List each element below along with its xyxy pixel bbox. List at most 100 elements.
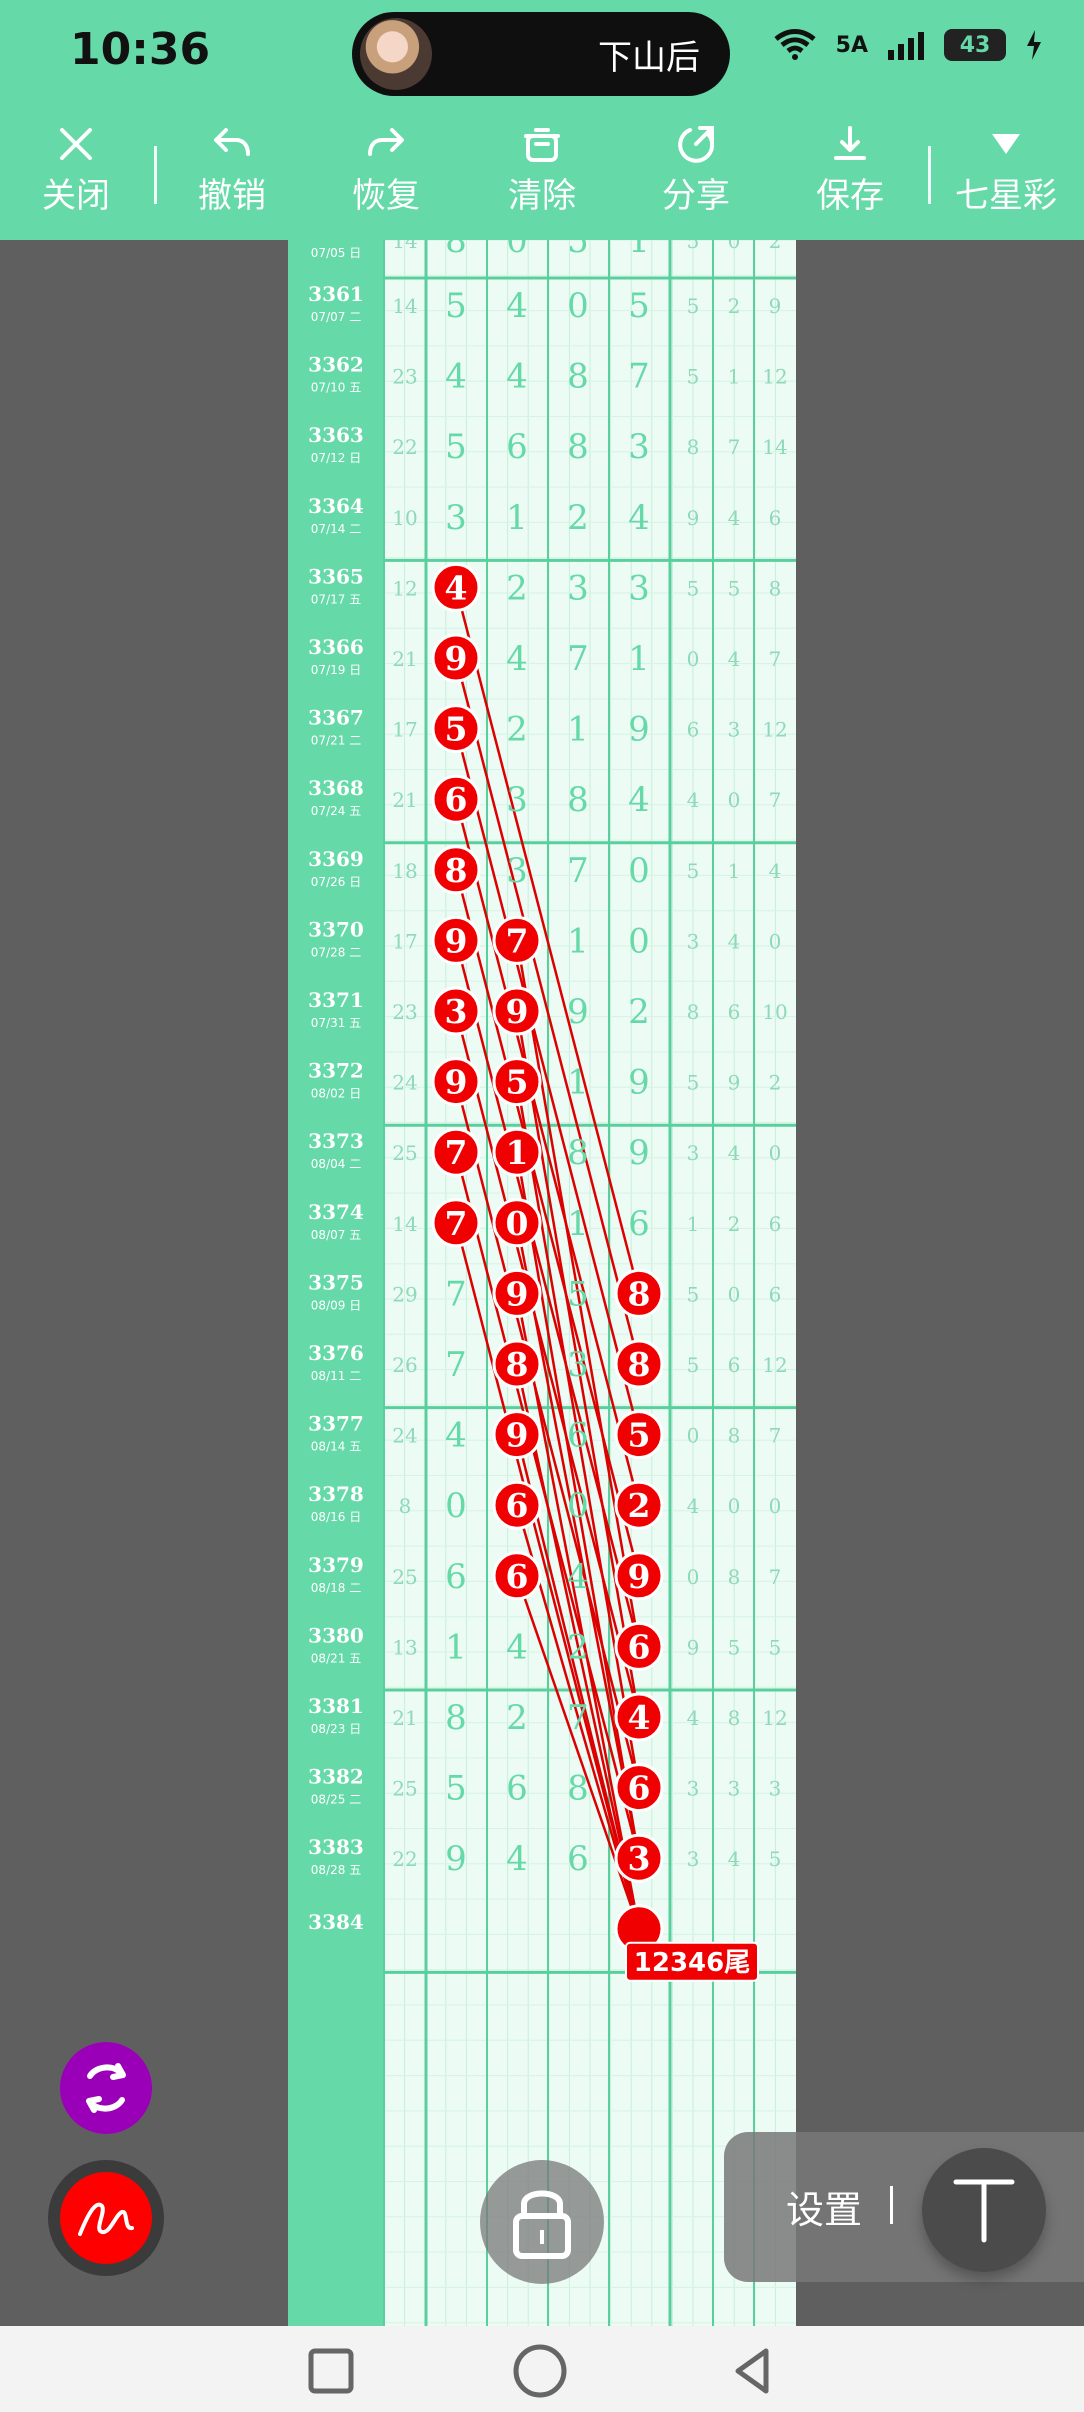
save-button[interactable]: 保存 — [790, 120, 910, 230]
stat-cell: 5 — [687, 1071, 700, 1095]
issue-number: 3383 — [308, 1835, 364, 1859]
digit-cell: 0 — [567, 286, 589, 326]
marked-digit: 6 — [628, 1627, 651, 1666]
sum-value: 21 — [392, 1706, 417, 1730]
settings-label[interactable]: 设置 — [786, 2179, 862, 2234]
digit-cell: 4 — [506, 357, 528, 397]
network-label: 5A — [835, 32, 868, 58]
issue-date: 08/11 二 — [311, 1369, 361, 1383]
marked-digit: 9 — [506, 1274, 529, 1313]
marked-digit: 6 — [506, 1486, 529, 1525]
pen-tool-button[interactable] — [48, 2160, 164, 2276]
digit-cell: 1 — [506, 498, 528, 538]
undo-label: 撤销 — [198, 176, 266, 216]
next-issue-number: 3384 — [308, 1910, 364, 1934]
download-icon — [834, 126, 866, 160]
sum-value: 14 — [392, 294, 417, 318]
stat-cell: 12 — [762, 365, 787, 389]
stat-cell: 3 — [728, 718, 741, 742]
annotation-text: 12346尾 — [634, 1948, 750, 1978]
issue-number: 3375 — [308, 1270, 364, 1294]
issue-date: 07/19 日 — [311, 663, 361, 677]
issue-number: 3377 — [308, 1412, 364, 1436]
marked-digit: 4 — [445, 568, 468, 607]
digit-cell: 8 — [567, 427, 589, 467]
back-icon[interactable] — [724, 2343, 780, 2399]
digit-cell: 3 — [445, 498, 467, 538]
stat-cell: 0 — [687, 1424, 700, 1448]
lottery-chart-sheet[interactable]: 336007/05 日148051502336107/07 二145405529… — [288, 240, 796, 2326]
stat-cell: 1 — [687, 1212, 700, 1236]
issue-date: 08/28 五 — [311, 1863, 361, 1877]
text-icon — [953, 2179, 1015, 2243]
stat-cell: 6 — [769, 1282, 782, 1306]
stat-cell: 4 — [728, 647, 741, 671]
stat-cell: 8 — [728, 1424, 741, 1448]
issue-date: 07/24 五 — [311, 804, 361, 818]
stat-cell: 2 — [769, 240, 782, 253]
close-button[interactable]: 关闭 — [16, 120, 136, 230]
digit-cell: 2 — [628, 992, 650, 1032]
lottery-chart[interactable]: 336007/05 日148051502336107/07 二145405529… — [288, 240, 796, 2326]
clear-button[interactable]: 清除 — [482, 120, 602, 230]
lock-button[interactable] — [480, 2160, 604, 2284]
stat-cell: 0 — [728, 1494, 741, 1518]
sum-value: 10 — [392, 506, 417, 530]
digit-cell: 8 — [567, 357, 589, 397]
digit-cell: 2 — [506, 710, 528, 750]
system-icons: 5A 43 — [772, 28, 1044, 62]
marked-digit: 1 — [506, 1133, 529, 1172]
digit-cell: 2 — [506, 568, 528, 608]
text-tool-button[interactable] — [922, 2148, 1046, 2272]
stat-cell: 1 — [728, 859, 741, 883]
stat-cell: 5 — [687, 1353, 700, 1377]
stat-cell: 9 — [728, 1071, 741, 1095]
digit-cell: 4 — [445, 1416, 467, 1456]
redo-button[interactable]: 恢复 — [326, 120, 446, 230]
stat-cell: 4 — [769, 859, 782, 883]
issue-date: 08/25 二 — [311, 1793, 361, 1807]
issue-date: 08/18 二 — [311, 1581, 361, 1595]
share-button[interactable]: 分享 — [636, 120, 756, 230]
issue-date: 07/31 五 — [311, 1016, 361, 1030]
stat-cell: 7 — [769, 1424, 782, 1448]
digit-cell: 7 — [567, 639, 589, 679]
digit-cell: 1 — [567, 710, 589, 750]
issue-number: 3370 — [308, 917, 364, 941]
rotate-button[interactable] — [60, 2042, 152, 2134]
stat-cell: 4 — [687, 788, 700, 812]
digit-cell: 0 — [628, 851, 650, 891]
dynamic-island-pill: 下山后 — [352, 12, 730, 96]
issue-number: 3366 — [308, 635, 364, 659]
digit-cell: 1 — [628, 240, 650, 261]
issue-date: 07/21 二 — [311, 734, 361, 748]
stat-cell: 9 — [769, 294, 782, 318]
stat-cell: 10 — [762, 1000, 787, 1024]
marked-digit: 7 — [506, 921, 529, 960]
stat-cell: 6 — [728, 1353, 741, 1377]
undo-icon — [214, 128, 250, 156]
stat-cell: 0 — [728, 788, 741, 812]
digit-cell: 2 — [506, 1698, 528, 1738]
digit-cell: 1 — [567, 921, 589, 961]
home-icon[interactable] — [510, 2341, 570, 2401]
issue-number: 3360 — [308, 240, 364, 243]
undo-button[interactable]: 撤销 — [172, 120, 292, 230]
stat-cell: 7 — [769, 1565, 782, 1589]
android-navigation-bar — [0, 2326, 1084, 2412]
marked-digit: 8 — [628, 1274, 651, 1313]
toolbar-divider — [928, 146, 931, 204]
issue-date: 07/05 日 — [311, 246, 361, 260]
digit-cell: 7 — [445, 1345, 467, 1385]
stat-cell: 5 — [687, 240, 700, 253]
digit-cell: 6 — [628, 1204, 650, 1244]
digit-cell: 1 — [628, 639, 650, 679]
recent-apps-icon[interactable] — [304, 2344, 358, 2398]
stat-cell: 5 — [687, 859, 700, 883]
digit-cell: 8 — [567, 1133, 589, 1173]
digit-cell: 1 — [567, 1204, 589, 1244]
issue-number: 3371 — [308, 988, 364, 1012]
stat-cell: 2 — [728, 294, 741, 318]
lottery-type-dropdown[interactable]: 七星彩 — [946, 120, 1066, 230]
digit-cell: 3 — [506, 851, 528, 891]
